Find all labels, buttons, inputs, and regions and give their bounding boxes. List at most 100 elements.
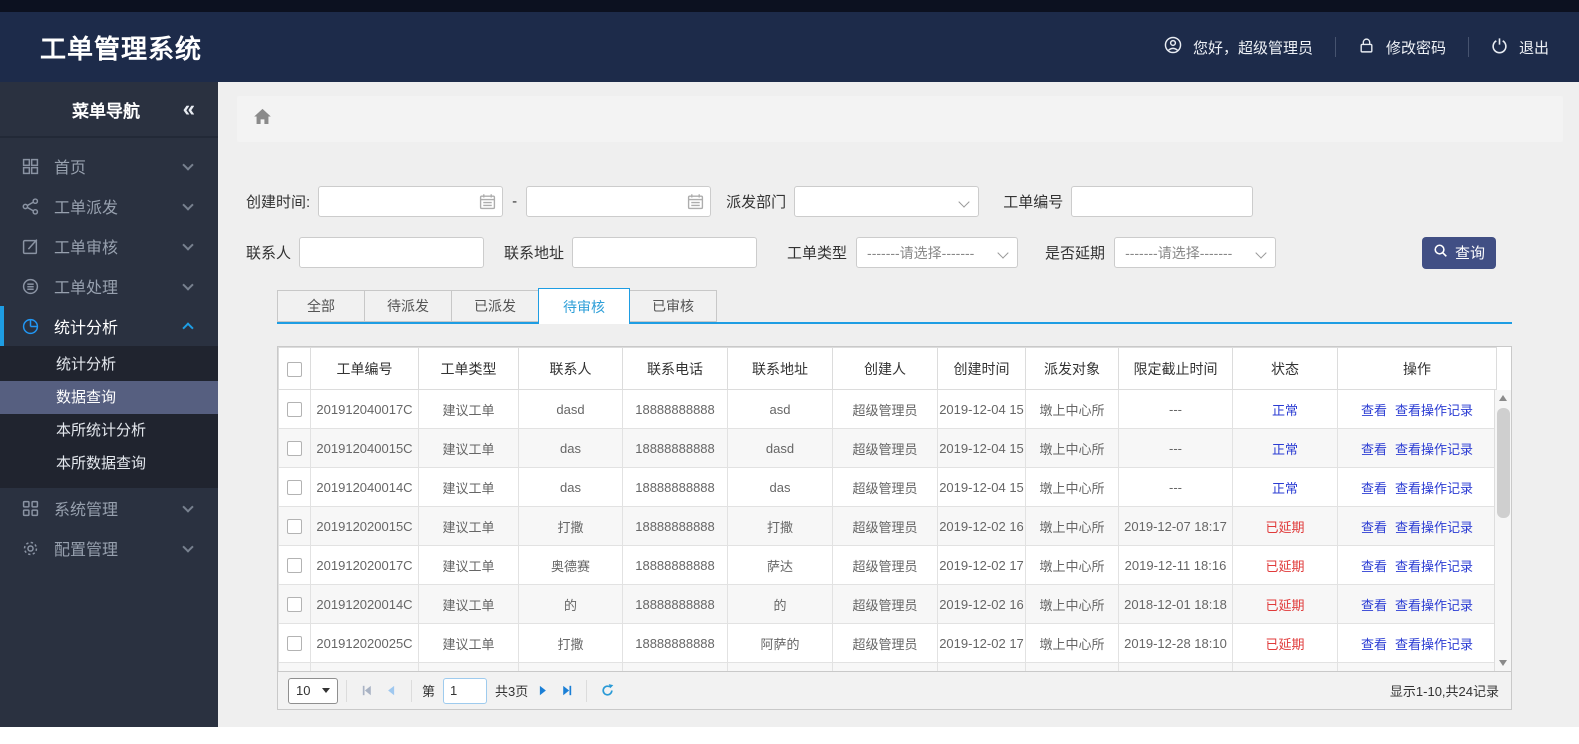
cell-address: 打撒 (727, 506, 833, 546)
view-log-link[interactable]: 查看操作记录 (1395, 598, 1473, 613)
view-link[interactable]: 查看 (1361, 403, 1387, 418)
view-link[interactable]: 查看 (1361, 559, 1387, 574)
cell-order-no: 201912040015C (310, 428, 419, 468)
submenu-item-data-query[interactable]: 数据查询 (0, 381, 218, 414)
divider (411, 679, 412, 702)
cell-created: 2019-12-02 17 (937, 623, 1026, 663)
row-checkbox[interactable] (287, 636, 302, 652)
sidebar-item-review[interactable]: 工单审核 (0, 226, 218, 266)
top-strip (0, 0, 1579, 12)
submenu-item-branch-statistics[interactable]: 本所统计分析 (0, 414, 218, 447)
col-actions: 操作 (1337, 347, 1497, 390)
view-log-link[interactable]: 查看操作记录 (1395, 637, 1473, 652)
calendar-icon[interactable] (479, 193, 496, 214)
search-button[interactable]: 查询 (1422, 236, 1496, 269)
created-time-end-input[interactable] (526, 186, 712, 217)
submenu-item-branch-data-query[interactable]: 本所数据查询 (0, 447, 218, 480)
address-input[interactable] (572, 237, 758, 268)
cell-target: 墩上中心所 (1025, 584, 1119, 624)
filter-row-1: 创建时间: - 派发部门 工单编号 (246, 186, 1578, 217)
sidebar-item-statistics[interactable]: 统计分析 (0, 306, 218, 346)
row-checkbox[interactable] (287, 480, 302, 496)
change-password-button[interactable]: 修改密码 (1358, 37, 1446, 58)
row-checkbox[interactable] (287, 441, 302, 457)
next-page-button[interactable] (530, 679, 554, 703)
view-log-link[interactable]: 查看操作记录 (1395, 442, 1473, 457)
row-checkbox[interactable] (287, 402, 302, 418)
cell-deadline: 2018-12-01 18:18 (1118, 584, 1233, 624)
tab-dispatched[interactable]: 已派发 (451, 290, 539, 322)
collapse-sidebar-icon[interactable]: « (183, 96, 195, 122)
scroll-up-icon[interactable] (1499, 395, 1507, 401)
order-no-input[interactable] (1071, 186, 1254, 217)
row-checkbox-cell (278, 467, 311, 507)
row-checkbox[interactable] (287, 597, 302, 613)
records-summary: 显示1-10,共24记录 (1389, 684, 1499, 699)
cell-phone: 18888888888 (622, 467, 728, 507)
first-page-button[interactable] (355, 679, 379, 703)
greeting-text: 您好，超级管理员 (1192, 39, 1313, 57)
cell-deadline: --- (1118, 467, 1233, 507)
cell-deadline: 2019-12-11 18:16 (1118, 545, 1233, 585)
cell-type: 建议工单 (418, 467, 519, 507)
cell-order-no: 201912020014C (310, 584, 419, 624)
tab-pending-dispatch[interactable]: 待派发 (364, 290, 452, 322)
tab-all[interactable]: 全部 (277, 290, 365, 322)
sidebar-item-config[interactable]: 配置管理 (0, 528, 218, 568)
sidebar-item-label: 统计分析 (54, 320, 119, 337)
sidebar-item-home[interactable]: 首页 (0, 146, 218, 186)
view-link[interactable]: 查看 (1361, 481, 1387, 496)
view-link[interactable]: 查看 (1361, 442, 1387, 457)
sidebar-item-dispatch[interactable]: 工单派发 (0, 186, 218, 226)
sidebar-item-process[interactable]: 工单处理 (0, 266, 218, 306)
scroll-down-icon[interactable] (1499, 660, 1507, 666)
tab-reviewed[interactable]: 已审核 (629, 290, 717, 322)
select-all-checkbox[interactable] (287, 361, 302, 377)
row-checkbox[interactable] (287, 558, 302, 574)
contact-input[interactable] (299, 237, 485, 268)
view-log-link[interactable]: 查看操作记录 (1395, 481, 1473, 496)
last-page-button[interactable] (554, 679, 578, 703)
dispatch-dept-select[interactable] (794, 186, 980, 217)
share-icon (22, 197, 40, 215)
cell-status: 已延期 (1232, 584, 1338, 624)
vertical-scrollbar[interactable] (1494, 390, 1511, 671)
view-log-link[interactable]: 查看操作记录 (1395, 403, 1473, 418)
tab-pending-review[interactable]: 待审核 (538, 288, 630, 324)
table-row-partial (278, 662, 1497, 671)
home-icon[interactable] (253, 107, 272, 131)
created-time-start-input[interactable] (318, 186, 504, 217)
view-link[interactable]: 查看 (1361, 520, 1387, 535)
delayed-label: 是否延期 (1045, 245, 1106, 262)
prev-page-button[interactable] (379, 679, 403, 703)
cell-phone: 18888888888 (622, 623, 728, 663)
delayed-select[interactable]: -------请选择------- (1114, 237, 1277, 268)
sidebar-item-system[interactable]: 系统管理 (0, 488, 218, 528)
cell-creator: 超级管理员 (832, 584, 938, 624)
submenu-item-statistics[interactable]: 统计分析 (0, 348, 218, 381)
view-log-link[interactable]: 查看操作记录 (1395, 559, 1473, 574)
divider (1467, 37, 1469, 57)
col-deadline: 限定截止时间 (1118, 347, 1233, 390)
order-no-label: 工单编号 (1003, 194, 1064, 211)
col-status: 状态 (1232, 347, 1338, 390)
view-log-link[interactable]: 查看操作记录 (1395, 520, 1473, 535)
scrollbar-thumb[interactable] (1496, 408, 1510, 518)
row-checkbox[interactable] (287, 519, 302, 535)
cell-created: 2019-12-04 15 (937, 467, 1026, 507)
view-link[interactable]: 查看 (1361, 598, 1387, 613)
page-size-select[interactable]: 10 (288, 677, 338, 704)
cell-order-no: 201912020017C (310, 545, 419, 585)
order-type-value: -------请选择------- (867, 244, 975, 261)
table-row: 201912020014C 建议工单 的 18888888888 的 超级管理员… (278, 584, 1497, 624)
cell-creator: 超级管理员 (832, 506, 938, 546)
order-type-label: 工单类型 (787, 245, 848, 262)
page-number-input[interactable] (443, 677, 488, 704)
calendar-icon[interactable] (687, 193, 704, 214)
process-icon (22, 277, 40, 295)
order-type-select[interactable]: -------请选择------- (856, 237, 1019, 268)
refresh-icon[interactable] (595, 679, 619, 703)
view-link[interactable]: 查看 (1361, 637, 1387, 652)
cell-status: 已延期 (1232, 545, 1338, 585)
logout-button[interactable]: 退出 (1491, 37, 1549, 58)
